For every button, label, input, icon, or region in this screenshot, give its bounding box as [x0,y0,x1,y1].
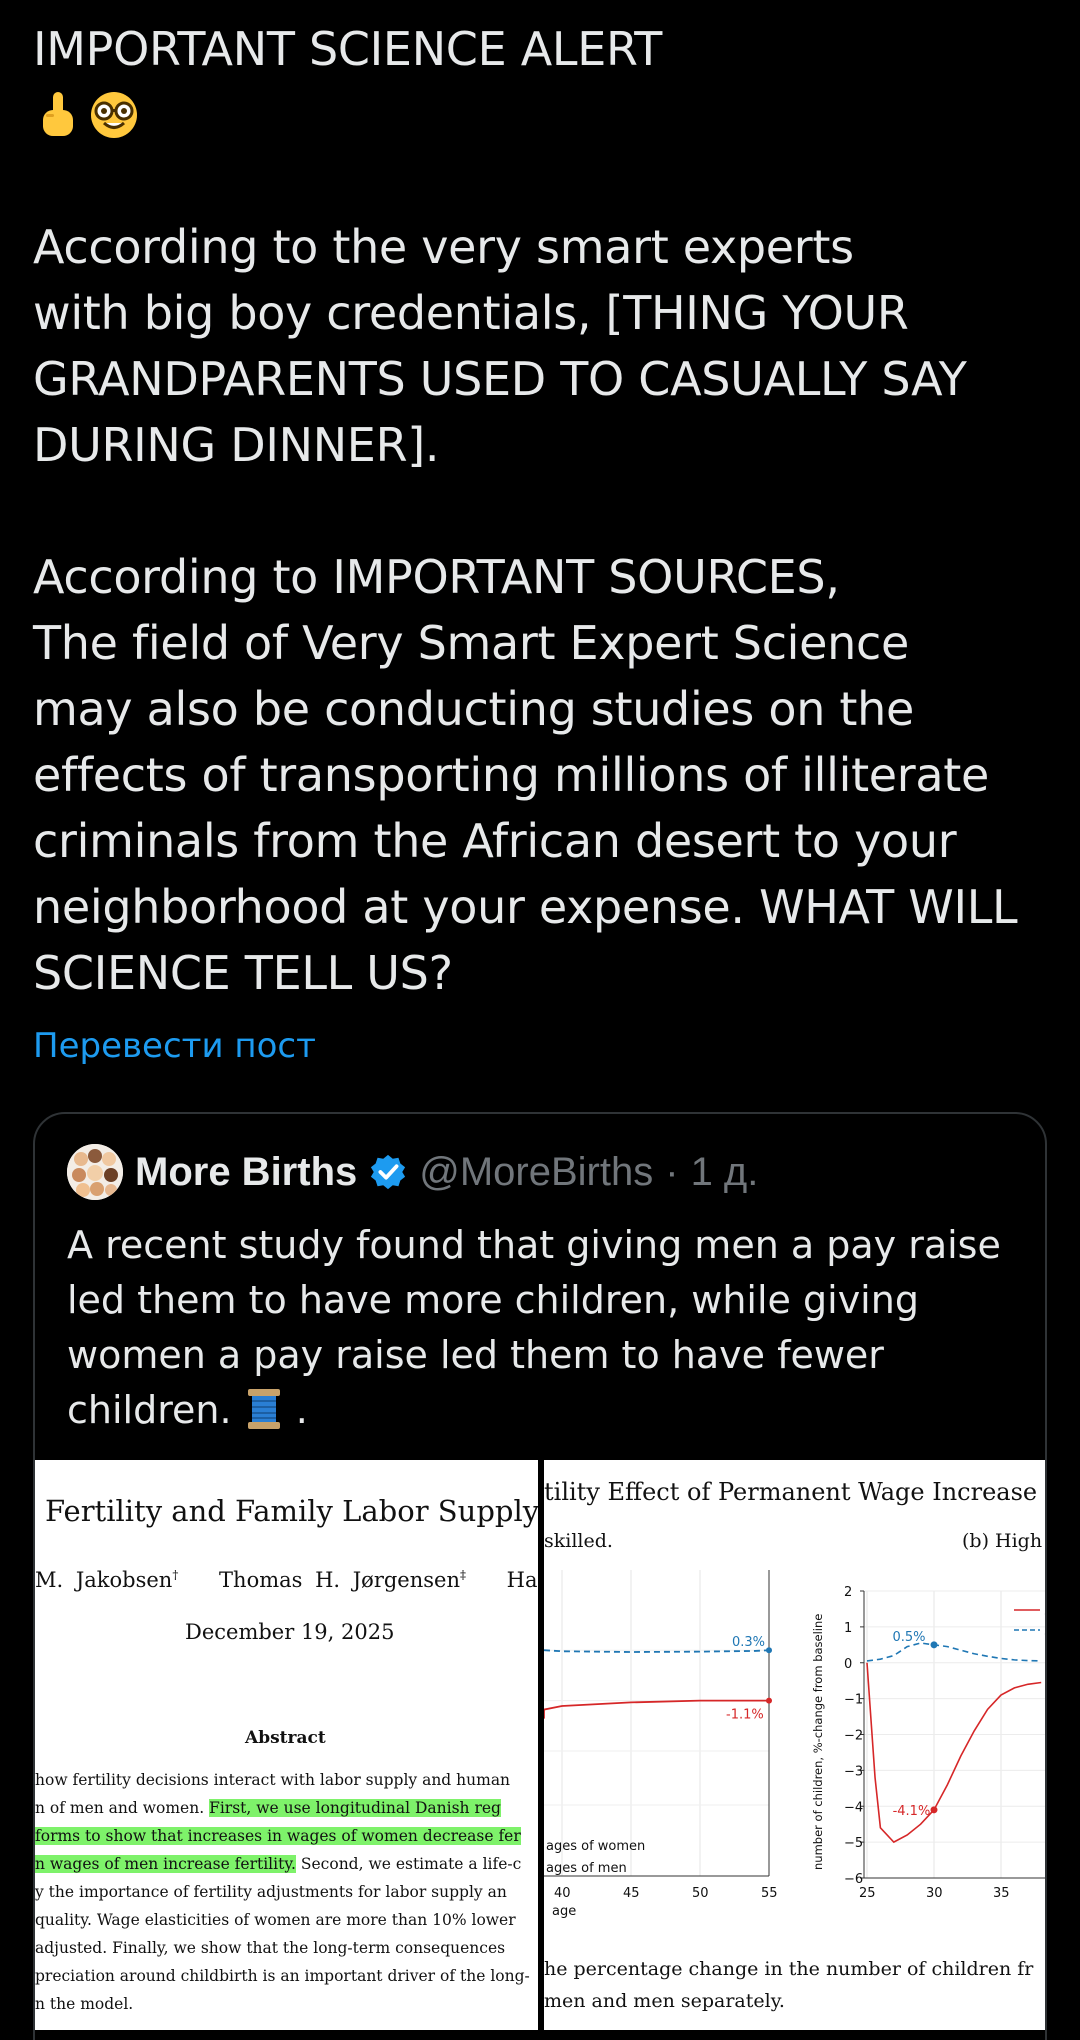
chart-a-x-tick: 40 [554,1886,571,1901]
quoted-post-card[interactable]: More Births @MoreBirths · 1 д. A recent … [33,1112,1047,2040]
quoted-post-text: A recent study found that giving men a p… [67,1218,1007,1438]
paper-author-1: M. Jakobsen [35,1568,173,1592]
baby-faces-avatar-icon [67,1144,123,1200]
chart-b-y-label: number of children, %-change from baseli… [811,1614,825,1870]
chart-a-annotation: -1.1% [726,1708,764,1723]
post-body: IMPORTANT SCIENCE ALERT According to the… [33,16,1043,1006]
chart-b-y-tick: 2 [844,1585,852,1600]
thread-spool-icon [247,1389,280,1429]
highlighted-text: First, we use longitudinal Danish reg [209,1799,501,1817]
abstract-line-part: n of men and women. [35,1799,205,1817]
post-heading: IMPORTANT SCIENCE ALERT [33,22,663,76]
avatar[interactable] [67,1144,123,1200]
figure-charts: 0.3% -1.1% ages of women ages of men 40 45 50 5… [544,1560,1047,1919]
chart-b-series-line [866,1642,1042,1662]
verified-badge-icon [371,1154,406,1190]
abstract-line: n the model. [35,1995,134,2013]
abstract-line: quality. Wage elasticities of women are … [35,1911,516,1929]
chart-b-x-tick: 30 [926,1886,943,1901]
chart-b-legend-label: 5% [1044,1604,1047,1618]
quoted-post-text-body: A recent study found that giving men a p… [67,1223,1001,1432]
chart-a-x-tick: 45 [623,1886,640,1901]
chart-b-marker [930,1641,938,1649]
paper-title: Fertility and Family Labor Supply* [45,1494,538,1528]
post-paragraph-1: According to the very smart experts with… [33,220,967,472]
abstract-line: n wages of men increase fertility. Secon… [35,1854,521,1874]
abstract-line: n of men and women. First, we use longit… [35,1798,501,1818]
figure-caption-line: men and men separately. [544,1990,785,2012]
separator-dot: · [665,1149,679,1194]
paper-authors: M. Jakobsen† Thomas H. Jørgensen‡ Han [35,1568,538,1592]
chart-b-x-tick: 35 [993,1886,1010,1901]
media-image-paper[interactable]: Fertility and Family Labor Supply* M. Ja… [35,1460,538,2030]
chart-b-annotation: 0.5% [892,1630,925,1645]
chart-a-end-point [766,1647,772,1654]
chart-a-x-tick: 55 [761,1886,778,1901]
post-timestamp[interactable]: 1 д. [691,1150,759,1195]
chart-a-end-point [766,1697,772,1704]
abstract-line: preciation around childbirth is an impor… [35,1967,530,1985]
point-up-icon [43,92,73,136]
quoted-post-header: More Births @MoreBirths · 1 д. [67,1142,758,1202]
chart-a-legend-label: ages of men [546,1861,627,1876]
chart-b-marker [930,1806,938,1814]
chart-b-y-tick: −5 [844,1836,863,1851]
paper-date: December 19, 2025 [185,1620,395,1644]
quoted-post-media[interactable]: Fertility and Family Labor Supply* M. Ja… [35,1460,1047,2030]
post-paragraph-2: According to IMPORTANT SOURCES, The fiel… [33,550,1018,1000]
abstract-heading: Abstract [245,1728,326,1748]
abstract-line: adjusted. Finally, we show that the long… [35,1939,506,1957]
chart-b-y-tick: 0 [844,1657,852,1672]
chart-b-y-tick: 1 [844,1621,852,1636]
media-image-figure[interactable]: tility Effect of Permanent Wage Increase… [544,1460,1047,2030]
chart-a-x-tick: 50 [692,1886,709,1901]
chart-b-y-tick: −4 [844,1800,863,1815]
author-handle[interactable]: @MoreBirths [419,1150,653,1195]
nerd-face-icon [91,92,137,138]
abstract-line: y the importance of fertility adjustment… [35,1883,507,1901]
author-name[interactable]: More Births [135,1150,357,1195]
chart-a-x-label: age [552,1904,576,1919]
abstract-line: forms to show that increases in wages of… [35,1826,521,1846]
chart-a-legend-label: ages of women [546,1839,645,1854]
chart-b-y-tick: −3 [844,1764,863,1779]
paper-author-3: Han [506,1568,538,1592]
highlighted-text: n wages of men increase fertility. [35,1855,296,1873]
highlighted-text: forms to show that increases in wages of… [35,1827,521,1845]
emoji-row [33,82,1043,148]
chart-b-y-tick: −1 [844,1693,863,1708]
abstract-line-part: Second, we estimate a life-c [300,1855,522,1873]
chart-b-legend-label: 5% [1044,1624,1047,1638]
chart-b-x-tick: 25 [859,1886,876,1901]
abstract-line: how fertility decisions interact with la… [35,1771,511,1789]
chart-a-annotation: 0.3% [732,1635,765,1650]
paper-author-2: Thomas H. Jørgensen [219,1568,460,1592]
chart-b-y-tick: −6 [844,1872,863,1887]
chart-b-annotation: -4.1% [893,1804,931,1819]
figure-caption-line: he percentage change in the number of ch… [544,1958,1034,1980]
translate-post-link[interactable]: Перевести пост [33,1024,316,1068]
quoted-post-text-suffix: . [295,1388,308,1432]
chart-b-y-tick: −2 [844,1729,863,1744]
